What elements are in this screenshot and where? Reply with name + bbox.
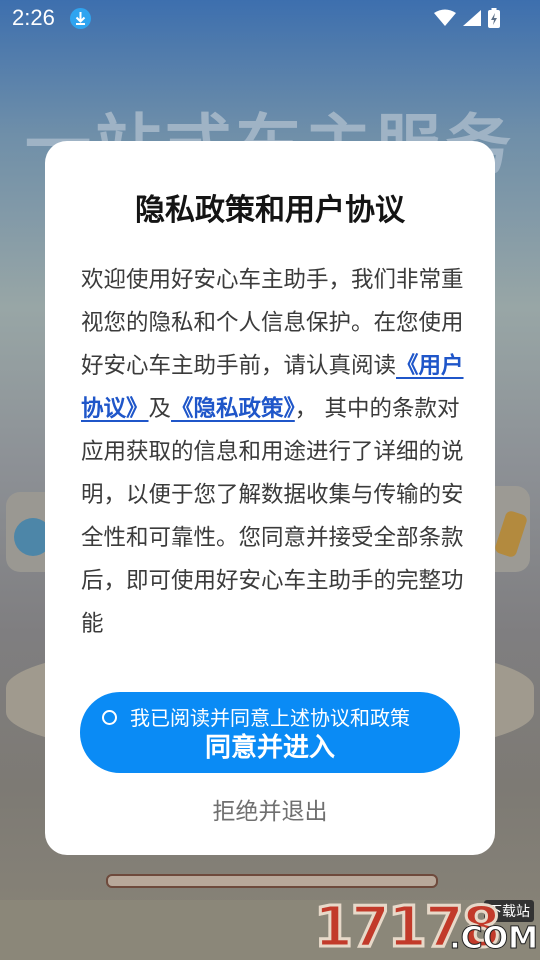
body-details-text: ， 其中的条款对应用获取的信息和用途进行了详细的说明，以便于您了解数据收集与传输… — [81, 396, 464, 637]
agree-button-label: 同意并进入 — [204, 733, 335, 763]
agree-checkbox-label: 我已阅读并同意上述协议和政策 — [130, 706, 410, 730]
wifi-icon — [434, 9, 456, 31]
watermark-domain: .COM — [449, 921, 539, 957]
background-progress-bar — [106, 874, 438, 888]
agree-and-enter-button[interactable]: 我已阅读并同意上述协议和政策 同意并进入 — [80, 692, 460, 773]
privacy-dialog: 隐私政策和用户协议 欢迎使用好安心车主助手，我们非常重视您的隐私和个人信息保护。… — [45, 141, 495, 855]
refuse-and-exit-button[interactable]: 拒绝并退出 — [45, 797, 495, 827]
status-bar: 2:26 — [0, 0, 540, 36]
download-icon — [70, 8, 91, 29]
battery-icon — [488, 8, 500, 32]
privacy-policy-link[interactable]: 《隐私政策》 — [171, 396, 295, 422]
agree-checkbox[interactable] — [102, 710, 117, 725]
site-watermark: 下载站 17178 .COM — [313, 894, 539, 960]
dialog-title: 隐私政策和用户协议 — [135, 193, 405, 228]
status-time: 2:26 — [12, 5, 55, 30]
body-and-text: 及 — [148, 396, 172, 422]
dialog-body: 欢迎使用好安心车主助手，我们非常重视您的隐私和个人信息保护。在您使用好安心车主助… — [81, 259, 465, 646]
signal-icon — [462, 9, 482, 31]
